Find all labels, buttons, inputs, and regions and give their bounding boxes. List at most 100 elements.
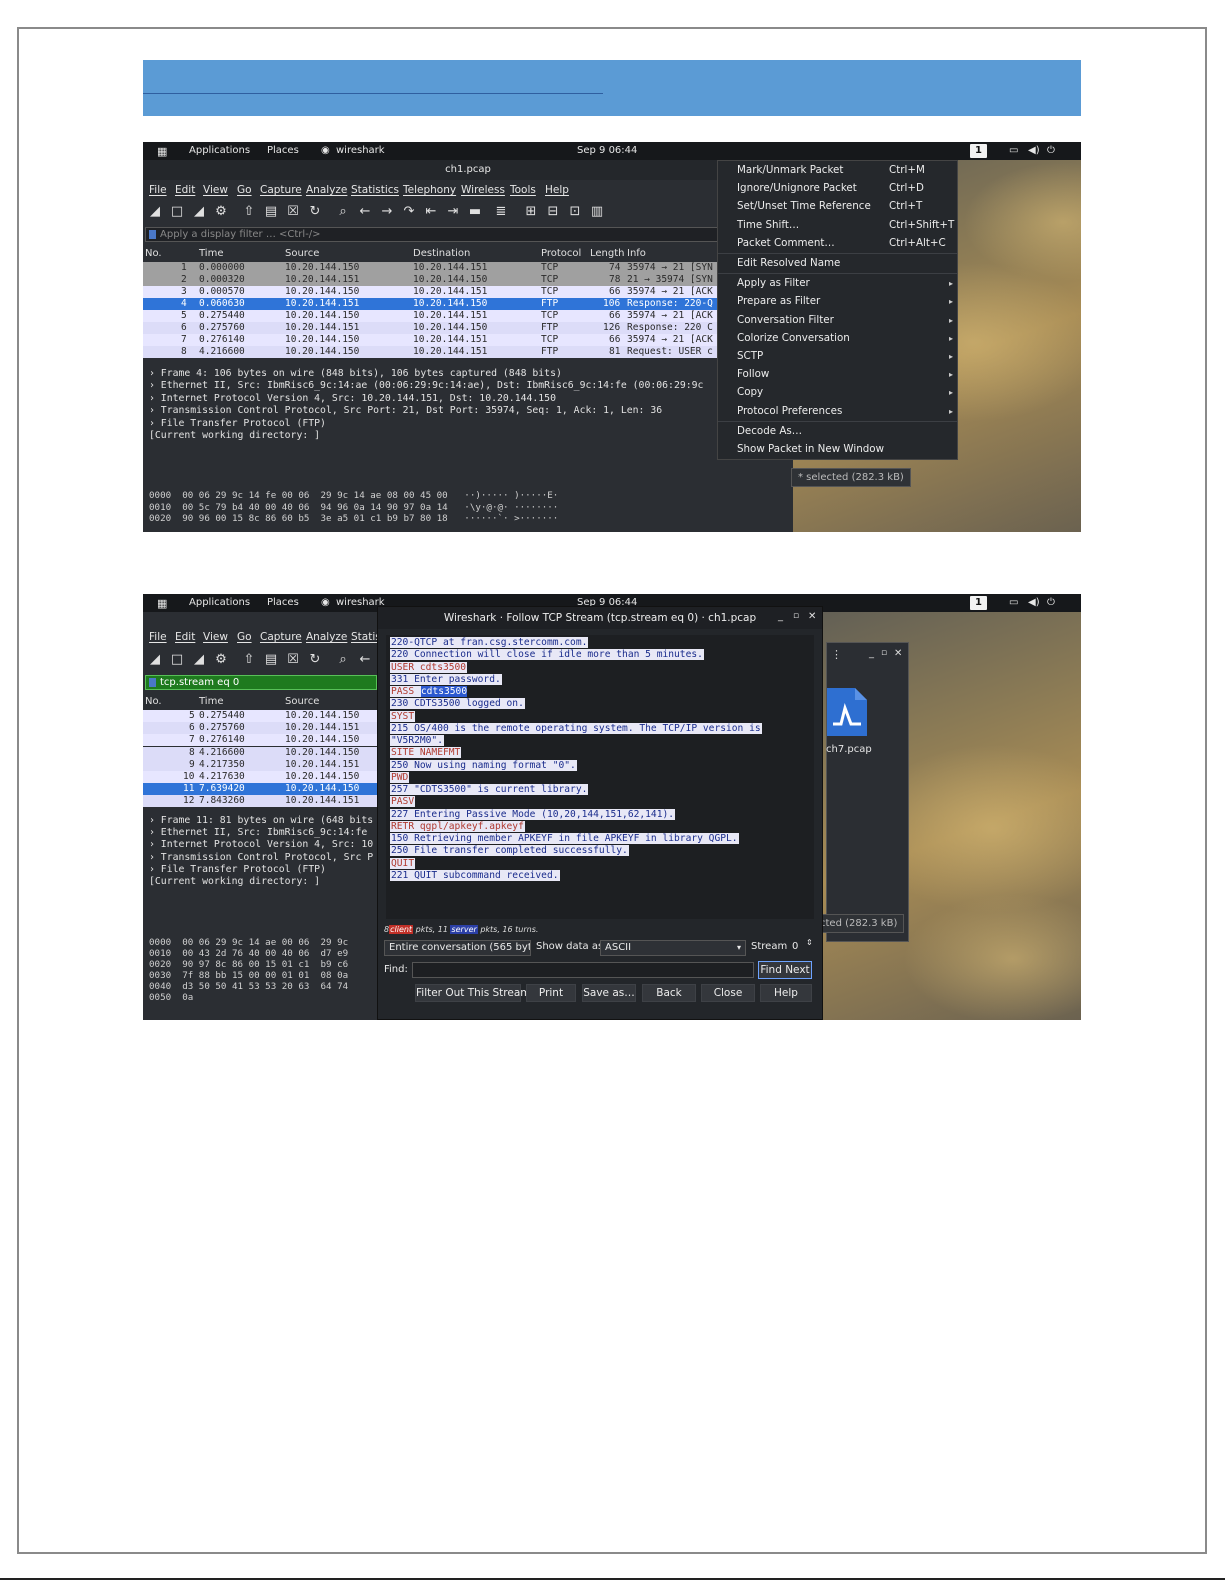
col-source[interactable]: Source — [285, 248, 319, 259]
open-file-icon[interactable]: ⇧ — [241, 652, 257, 668]
minimize-icon[interactable]: _ — [778, 611, 783, 622]
menu-statistics[interactable]: Statistics — [351, 184, 399, 196]
context-menu-item[interactable]: SCTP — [737, 350, 763, 362]
hex-line[interactable]: 0020 90 97 8c 86 00 15 01 c1 b9 c6 — [149, 959, 348, 970]
col-info[interactable]: Info — [627, 248, 646, 259]
find-next-button[interactable]: Find Next — [758, 961, 812, 979]
col-protocol[interactable]: Protocol — [541, 248, 581, 259]
menu-edit[interactable]: Edit — [175, 184, 195, 196]
hex-line[interactable]: 0010 00 43 2d 76 40 00 40 06 d7 e9 — [149, 948, 348, 959]
detail-line[interactable]: › Internet Protocol Version 4, Src: 10.2… — [149, 393, 556, 404]
context-menu-item[interactable]: Decode As… — [737, 425, 802, 437]
restart-capture-icon[interactable]: ◢ — [191, 652, 207, 668]
context-menu-item[interactable]: Colorize Conversation — [737, 332, 850, 344]
context-menu-item[interactable]: Follow — [737, 368, 769, 380]
context-menu-item[interactable]: Ignore/Unignore Packet — [737, 182, 857, 194]
clock[interactable]: Sep 9 06:44 — [577, 145, 637, 156]
context-menu-item[interactable]: Edit Resolved Name — [737, 257, 840, 269]
menu-go[interactable]: Go — [237, 184, 252, 196]
detail-line[interactable]: › Internet Protocol Version 4, Src: 10 — [149, 839, 373, 850]
packet-row[interactable]: 9 4.217350 10.20.144.151 — [143, 758, 379, 771]
help-button[interactable]: Help — [760, 984, 812, 1002]
col-time[interactable]: Time — [199, 696, 223, 707]
shark-fin-start-icon[interactable]: ◢ — [147, 652, 163, 668]
display-filter-input[interactable]: tcp.stream eq 0 — [145, 675, 377, 690]
hex-line[interactable]: 0020 90 96 00 15 8c 86 60 b5 3e a5 01 c1… — [149, 513, 558, 524]
hex-line[interactable]: 0000 00 06 29 9c 14 ae 00 06 29 9c — [149, 937, 348, 948]
places-menu[interactable]: Places — [267, 145, 299, 156]
hex-line[interactable]: 0000 00 06 29 9c 14 fe 00 06 29 9c 14 ae… — [149, 490, 558, 501]
screen-icon[interactable]: ▭ — [1009, 145, 1018, 156]
col-no[interactable]: No. — [145, 696, 162, 707]
packet-row[interactable]: 12 7.843260 10.20.144.151 — [143, 795, 379, 808]
menu-telephony[interactable]: Telephony — [403, 184, 456, 196]
find-input[interactable] — [412, 962, 754, 978]
maximize-icon[interactable]: ▫ — [793, 611, 799, 621]
stop-capture-icon[interactable]: □ — [169, 652, 185, 668]
stop-capture-icon[interactable]: □ — [169, 204, 185, 220]
context-menu-item[interactable]: Copy — [737, 386, 763, 398]
power-icon[interactable]: ⏻ — [1047, 597, 1055, 608]
normal-size-icon[interactable]: ⊡ — [567, 204, 583, 220]
minimize-icon[interactable]: _ — [869, 648, 874, 659]
context-menu-item[interactable]: Conversation Filter — [737, 314, 834, 326]
context-menu-item[interactable]: Protocol Preferences — [737, 405, 842, 417]
find-packet-icon[interactable]: ⌕ — [335, 652, 351, 668]
context-menu-item[interactable]: Prepare as Filter — [737, 295, 820, 307]
spinner-arrows-icon[interactable]: ⇕ — [806, 938, 813, 947]
col-source[interactable]: Source — [285, 696, 319, 707]
detail-line[interactable]: [Current working directory: ] — [149, 430, 320, 441]
packet-row[interactable]: 3 0.000570 10.20.144.150 10.20.144.151 TCP 66… — [143, 286, 793, 298]
shark-fin-start-icon[interactable]: ◢ — [147, 204, 163, 220]
menu-view[interactable]: View — [203, 184, 228, 196]
go-to-packet-icon[interactable]: ↷ — [401, 204, 417, 220]
packet-row[interactable]: 8 4.216600 10.20.144.150 10.20.144.151 FTP 81… — [143, 346, 793, 358]
menu-tools[interactable]: Tools — [510, 184, 536, 196]
display-filter-input[interactable]: Apply a display filter … <Ctrl-/> — [145, 227, 791, 242]
context-menu-item[interactable]: Time Shift… — [737, 219, 799, 231]
find-packet-icon[interactable]: ⌕ — [335, 204, 351, 220]
packet-row[interactable]: 4 0.060630 10.20.144.151 10.20.144.150 FTP 10… — [143, 298, 793, 310]
context-menu-item[interactable]: Apply as Filter — [737, 277, 810, 289]
menu-go[interactable]: Go — [237, 631, 252, 643]
back-button[interactable]: Back — [642, 984, 696, 1002]
power-icon[interactable]: ⏻ — [1047, 145, 1055, 156]
resize-columns-icon[interactable]: ▥ — [589, 204, 605, 220]
context-menu-item[interactable]: Mark/Unmark Packet — [737, 164, 843, 176]
bookmark-icon[interactable] — [149, 230, 156, 239]
close-file-icon[interactable]: ☒ — [285, 652, 301, 668]
active-app-name[interactable]: wireshark — [336, 145, 385, 156]
menu-view[interactable]: View — [203, 631, 228, 643]
col-no[interactable]: No. — [145, 248, 162, 259]
packet-row[interactable]: 5 0.275440 10.20.144.150 10.20.144.151 TCP 66… — [143, 310, 793, 322]
packet-row[interactable]: 1 0.000000 10.20.144.150 10.20.144.151 TCP 74… — [143, 262, 793, 274]
zoom-out-icon[interactable]: ⊟ — [545, 204, 561, 220]
filter-out-stream-button[interactable]: Filter Out This Stream — [415, 984, 531, 1002]
screen-icon[interactable]: ▭ — [1009, 597, 1018, 608]
first-packet-icon[interactable]: ⇤ — [423, 204, 439, 220]
go-forward-icon[interactable]: → — [379, 204, 395, 220]
col-length[interactable]: Length — [590, 248, 625, 259]
packet-row[interactable]: 6 0.275760 10.20.144.151 10.20.144.150 FTP 12… — [143, 322, 793, 334]
zoom-in-icon[interactable]: ⊞ — [523, 204, 539, 220]
app-grid-icon[interactable]: ▦ — [157, 597, 167, 610]
close-button[interactable]: Close — [701, 984, 755, 1002]
workspace-indicator[interactable]: 1 — [970, 144, 987, 158]
detail-line[interactable]: › Transmission Control Protocol, Src P — [149, 852, 373, 863]
workspace-indicator[interactable]: 1 — [970, 596, 987, 610]
menu-help[interactable]: Help — [545, 184, 569, 196]
packet-row[interactable]: 8 4.216600 10.20.144.150 — [143, 746, 379, 759]
hex-line[interactable]: 0030 7f 88 bb 15 00 00 01 01 08 0a — [149, 970, 348, 981]
menu-capture[interactable]: Capture — [260, 631, 302, 643]
save-as-button[interactable]: Save as… — [582, 984, 636, 1002]
context-menu-item[interactable]: Show Packet in New Window — [737, 443, 884, 455]
detail-line[interactable]: › File Transfer Protocol (FTP) — [149, 418, 326, 429]
bookmark-icon[interactable] — [149, 678, 156, 687]
reload-file-icon[interactable]: ↻ — [307, 204, 323, 220]
volume-icon[interactable]: ◀) — [1028, 597, 1040, 608]
context-menu-item[interactable]: Packet Comment… — [737, 237, 835, 249]
menu-capture[interactable]: Capture — [260, 184, 302, 196]
menu-wireless[interactable]: Wireless — [461, 184, 505, 196]
places-menu[interactable]: Places — [267, 597, 299, 608]
applications-menu[interactable]: Applications — [189, 145, 250, 156]
